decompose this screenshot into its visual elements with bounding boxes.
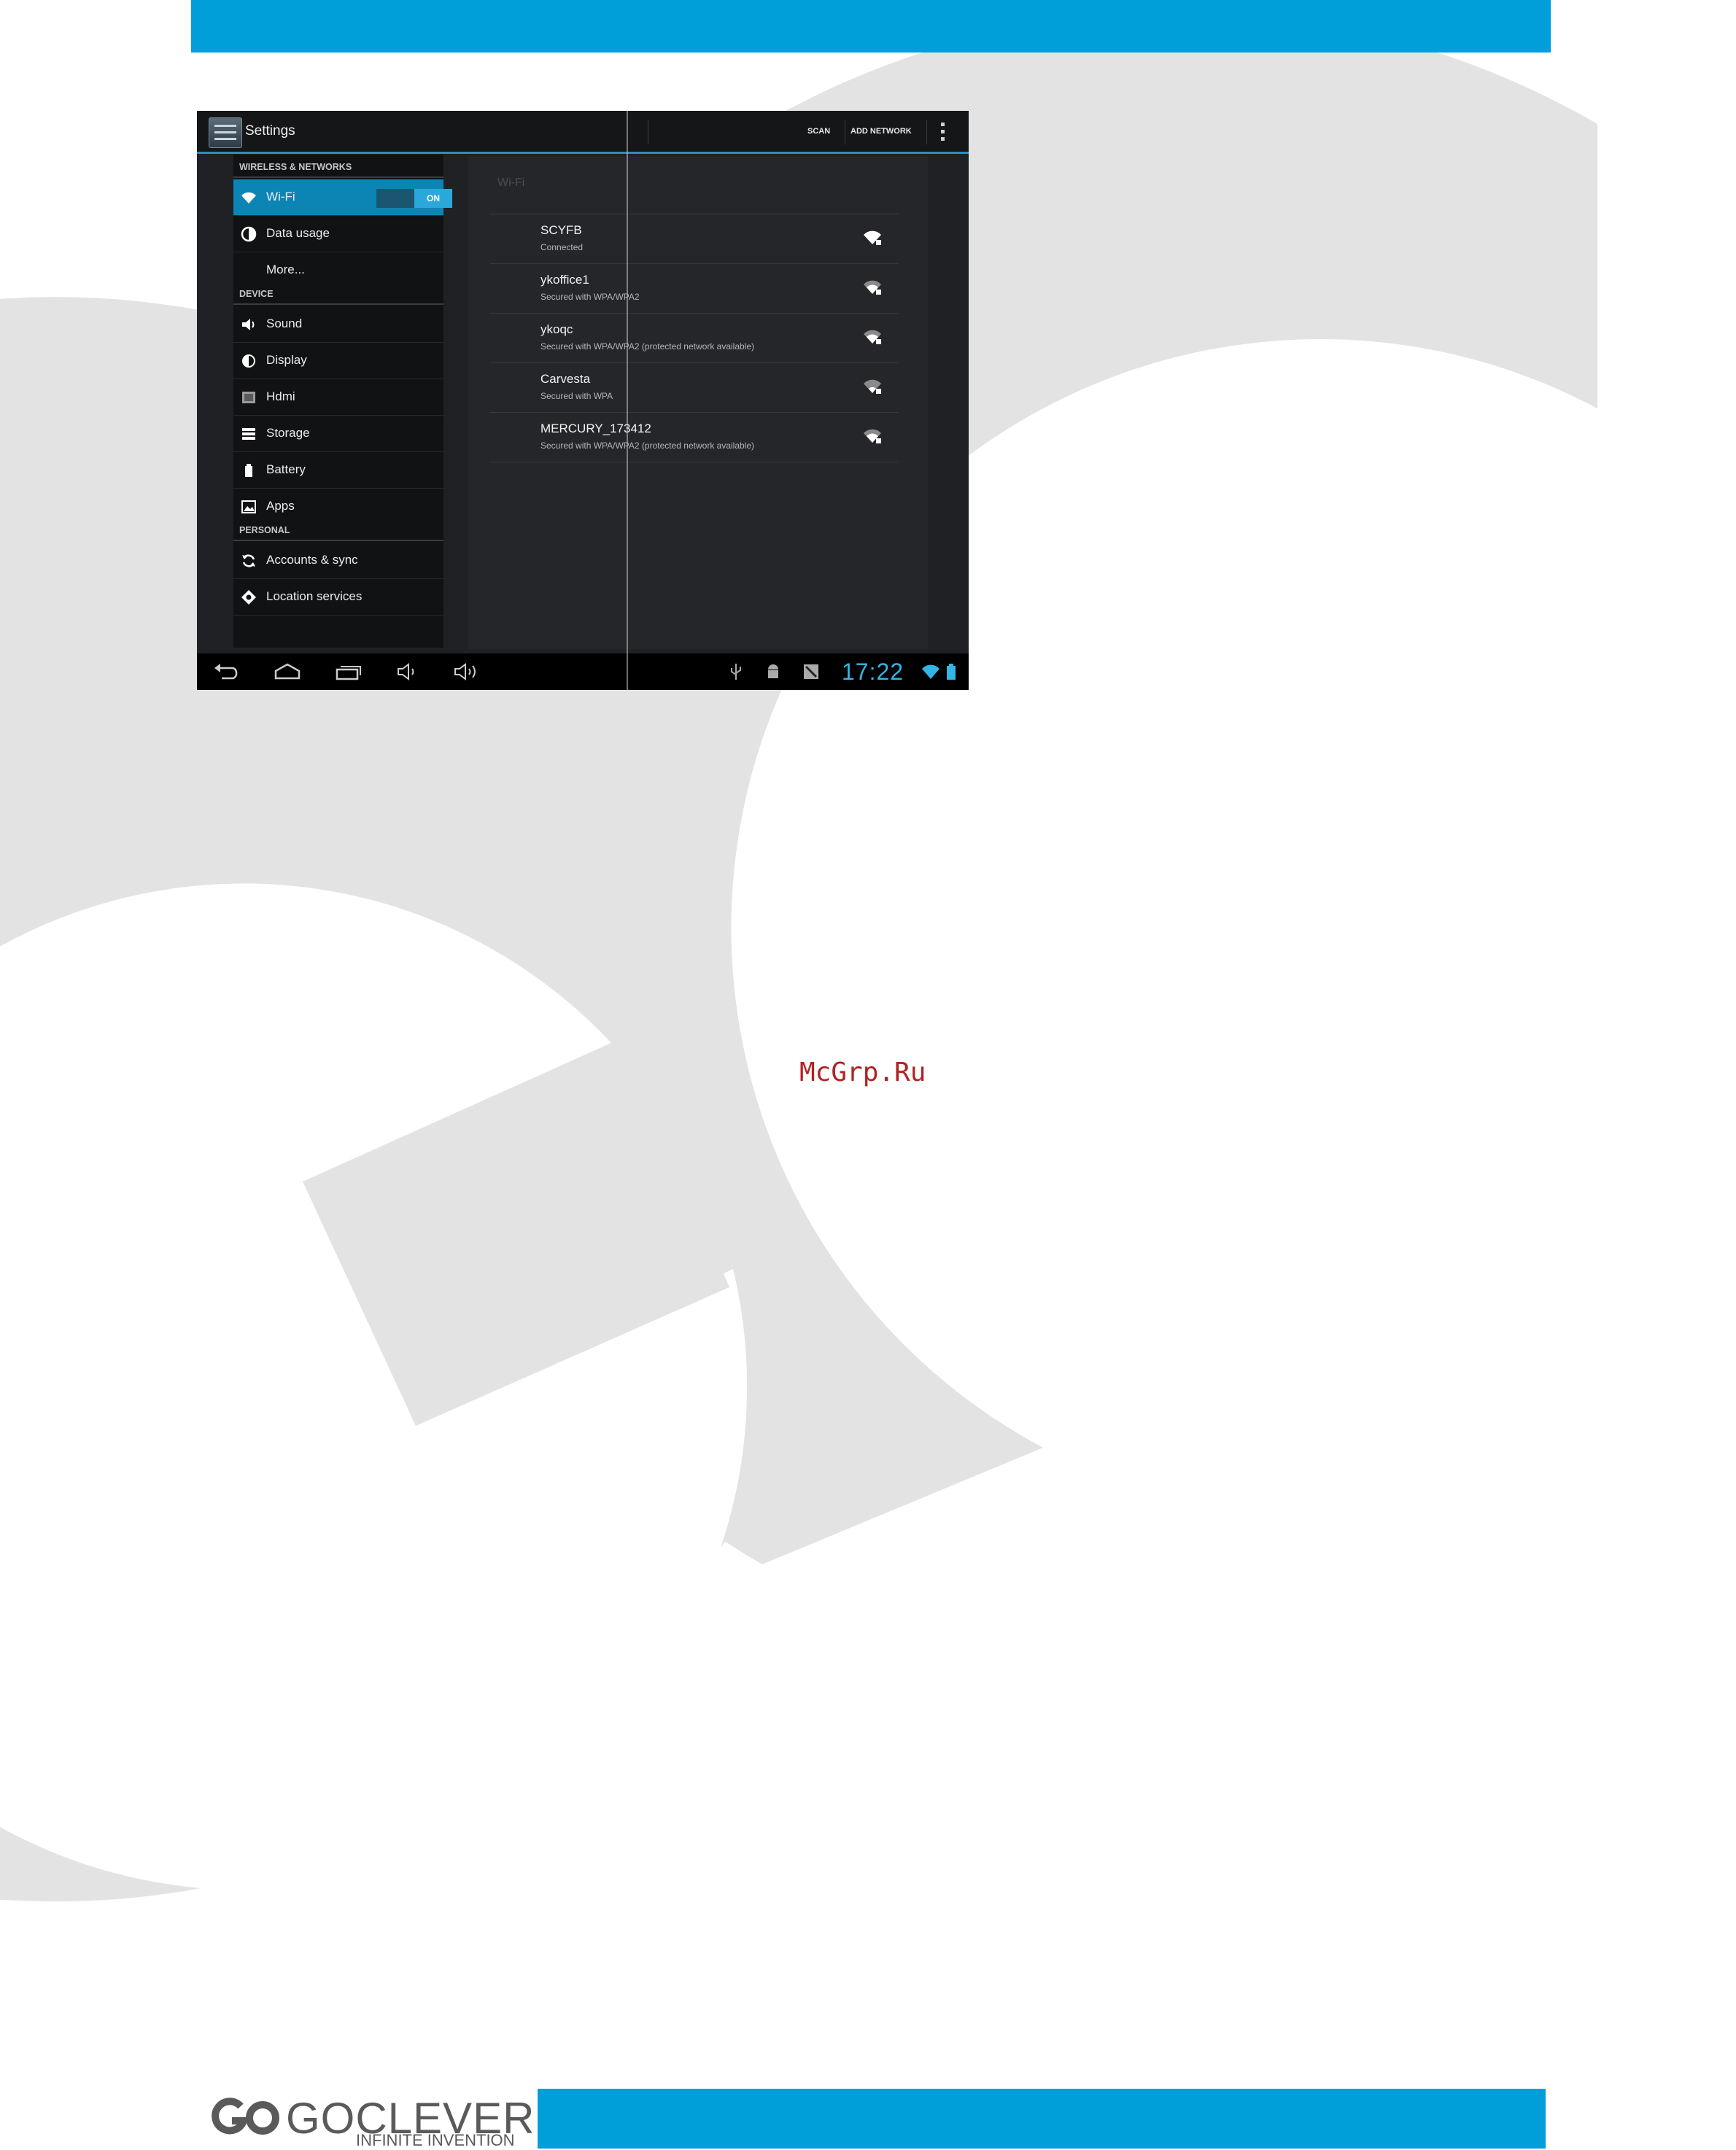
network-name: ykoffice1 <box>540 273 589 287</box>
wifi-status-icon <box>922 664 939 679</box>
wifi-network-panel: Wi-Fi SCYFB Connected ykoffice1 Secured … <box>468 156 928 649</box>
network-name: MERCURY_173412 <box>540 422 651 435</box>
wifi-signal-locked-icon <box>864 429 881 443</box>
section-header-device: DEVICE <box>233 286 443 305</box>
sidebar-item-wifi[interactable]: Wi-Fi ON <box>233 179 452 216</box>
network-status: Secured with WPA <box>540 391 613 401</box>
sidebar-item-hdmi[interactable]: Hdmi <box>233 379 443 416</box>
wifi-icon <box>241 192 256 203</box>
battery-icon <box>245 464 252 477</box>
network-status: Connected <box>540 242 584 252</box>
scan-button[interactable]: SCAN <box>807 127 830 136</box>
sidebar-item-location[interactable]: Location services <box>233 579 443 616</box>
android-debug-icon <box>768 664 778 678</box>
network-list-item[interactable]: ykoqc Secured with WPA/WPA2 (protected n… <box>490 314 899 363</box>
logo-tagline: INFINITE INVENTION <box>356 2131 515 2149</box>
hdmi-icon <box>242 392 255 403</box>
network-status: Secured with WPA/WPA2 (protected network… <box>540 341 755 352</box>
volume-up-icon[interactable] <box>452 662 481 681</box>
wifi-toggle-on-label: ON <box>414 189 452 208</box>
go-logo-mark <box>212 2097 279 2135</box>
network-list-item[interactable]: MERCURY_173412 Secured with WPA/WPA2 (pr… <box>490 413 899 462</box>
home-icon[interactable] <box>273 662 302 681</box>
footer-accent-bar <box>538 2089 1546 2149</box>
sidebar-item-data-usage[interactable]: Data usage <box>233 216 443 252</box>
recent-apps-icon[interactable] <box>334 662 363 681</box>
action-bar: Settings SCAN ADD NETWORK <box>197 111 969 154</box>
sync-icon <box>242 554 255 567</box>
wifi-panel-title: Wi-Fi <box>497 176 525 189</box>
wifi-signal-locked-icon <box>864 379 881 394</box>
app-title: Settings <box>245 123 295 139</box>
network-status: Secured with WPA/WPA2 (protected network… <box>540 441 755 451</box>
network-name: SCYFB <box>540 223 582 237</box>
sidebar-item-label: Sound <box>266 317 303 330</box>
sidebar-item-more[interactable]: More... <box>233 252 443 289</box>
storage-icon <box>242 428 255 440</box>
status-clock: 17:22 <box>842 659 904 685</box>
display-icon <box>242 354 255 368</box>
sidebar-item-label: More... <box>266 263 305 276</box>
data-usage-icon <box>241 226 257 242</box>
volume-down-icon[interactable] <box>395 662 425 681</box>
add-network-button[interactable]: ADD NETWORK <box>850 127 912 136</box>
speaker-icon <box>242 319 255 330</box>
sidebar-item-display[interactable]: Display <box>233 343 443 379</box>
sidebar-item-label: Battery <box>266 462 306 476</box>
back-icon[interactable] <box>213 662 242 681</box>
sidebar-item-label: Data usage <box>266 226 330 240</box>
settings-sidebar: WIRELESS & NETWORKS Wi-Fi ON Data usage … <box>233 155 452 648</box>
wifi-signal-locked-icon <box>864 280 881 295</box>
network-name: ykoqc <box>540 322 573 336</box>
sidebar-item-apps[interactable]: Apps <box>233 489 443 525</box>
wifi-toggle[interactable]: ON <box>376 189 452 208</box>
sidebar-item-accounts-sync[interactable]: Accounts & sync <box>233 543 443 579</box>
sidebar-item-battery[interactable]: Battery <box>233 452 443 489</box>
network-status: Secured with WPA/WPA2 <box>540 292 640 302</box>
sidebar-item-label: Display <box>266 353 307 367</box>
network-list-item[interactable]: ykoffice1 Secured with WPA/WPA2 <box>490 264 899 314</box>
network-name: Carvesta <box>540 372 591 386</box>
sidebar-item-label: Wi-Fi <box>266 190 295 203</box>
section-header-personal: PERSONAL <box>233 522 443 541</box>
network-list-item[interactable]: SCYFB Connected <box>490 214 899 264</box>
apps-icon <box>241 500 256 513</box>
goclever-logo: GOCLEVER INFINITE INVENTION <box>212 2090 534 2149</box>
usb-icon <box>731 664 741 680</box>
sidebar-item-label: Location services <box>266 589 363 603</box>
battery-status-icon <box>947 664 956 680</box>
action-divider <box>926 120 927 144</box>
tablet-screenshot: Settings SCAN ADD NETWORK WIRELESS & NET… <box>197 111 969 690</box>
network-list-item[interactable]: Carvesta Secured with WPA <box>490 363 899 413</box>
wifi-signal-locked-icon <box>864 230 881 245</box>
sidebar-item-label: Hdmi <box>266 389 295 403</box>
overflow-menu-icon[interactable] <box>941 123 945 141</box>
wifi-signal-locked-icon <box>864 330 881 344</box>
sidebar-item-label: Apps <box>266 499 295 513</box>
section-header-wireless: WIRELESS & NETWORKS <box>233 159 443 178</box>
guide-line <box>627 111 628 690</box>
sidebar-item-sound[interactable]: Sound <box>233 306 443 343</box>
location-icon <box>241 590 256 605</box>
system-bar: 17:22 <box>197 653 969 690</box>
sidebar-item-storage[interactable]: Storage <box>233 416 443 452</box>
header-accent-bar <box>191 0 1551 53</box>
site-watermark-text: McGrp.Ru <box>799 1057 926 1087</box>
sidebar-item-label: Storage <box>266 426 310 440</box>
settings-app-icon[interactable] <box>209 117 242 148</box>
screenshot-icon <box>804 664 818 679</box>
sidebar-item-label: Accounts & sync <box>266 553 358 567</box>
